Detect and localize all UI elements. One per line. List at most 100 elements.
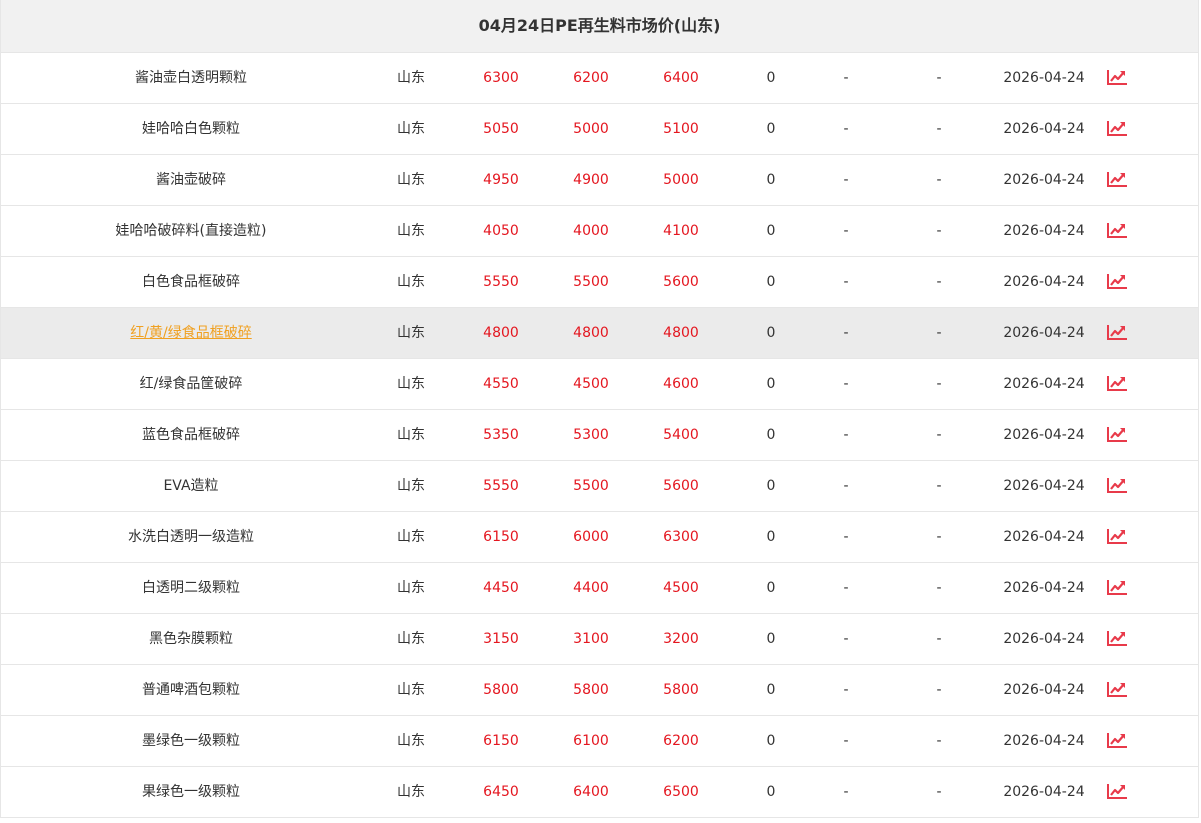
change-cell: 0 xyxy=(766,580,776,596)
trend-cell[interactable] xyxy=(1101,155,1133,205)
trend-cell[interactable] xyxy=(1101,461,1133,511)
trend-chart-icon[interactable] xyxy=(1106,782,1128,800)
low-price-cell: 5000 xyxy=(573,121,609,137)
dash-cell-2: - xyxy=(936,580,942,596)
change-cell: 0 xyxy=(766,376,776,392)
date-cell: 2026-04-24 xyxy=(1003,682,1085,698)
trend-chart-icon[interactable] xyxy=(1106,68,1128,86)
low-price-cell: 6200 xyxy=(573,70,609,86)
dash-cell-1: - xyxy=(843,784,849,800)
trend-cell[interactable] xyxy=(1101,716,1133,766)
trend-cell[interactable] xyxy=(1101,257,1133,307)
table-row: 红/黄/绿食品框破碎 山东 4800 4800 4800 0 - - 2026-… xyxy=(1,308,1198,359)
low-price-cell: 4000 xyxy=(573,223,609,239)
low-price-cell: 4900 xyxy=(573,172,609,188)
region-cell: 山东 xyxy=(397,427,425,443)
change-cell: 0 xyxy=(766,121,776,137)
table-row: 酱油壶破碎 山东 4950 4900 5000 0 - - 2026-04-24 xyxy=(1,155,1198,206)
date-cell: 2026-04-24 xyxy=(1003,784,1085,800)
high-price-cell: 5600 xyxy=(663,478,699,494)
product-name-cell: 普通啤酒包颗粒 xyxy=(1,665,381,715)
product-name[interactable]: 红/黄/绿食品框破碎 xyxy=(130,325,251,341)
product-name[interactable]: 娃哈哈破碎料(直接造粒) xyxy=(116,223,267,239)
region-cell: 山东 xyxy=(397,733,425,749)
price-cell: 5550 xyxy=(483,274,519,290)
trend-chart-icon[interactable] xyxy=(1106,221,1128,239)
product-name[interactable]: 酱油壶白透明颗粒 xyxy=(135,70,247,86)
trend-cell[interactable] xyxy=(1101,665,1133,715)
trend-chart-icon[interactable] xyxy=(1106,476,1128,494)
product-name-cell: 娃哈哈白色颗粒 xyxy=(1,104,381,154)
dash-cell-2: - xyxy=(936,325,942,341)
price-cell: 6300 xyxy=(483,70,519,86)
product-name[interactable]: 普通啤酒包颗粒 xyxy=(142,682,240,698)
dash-cell-2: - xyxy=(936,733,942,749)
trend-chart-icon[interactable] xyxy=(1106,323,1128,341)
dash-cell-1: - xyxy=(843,733,849,749)
region-cell: 山东 xyxy=(397,121,425,137)
table-row: EVA造粒 山东 5550 5500 5600 0 - - 2026-04-24 xyxy=(1,461,1198,512)
product-name[interactable]: EVA造粒 xyxy=(163,478,218,494)
dash-cell-2: - xyxy=(936,529,942,545)
trend-chart-icon[interactable] xyxy=(1106,578,1128,596)
trend-cell[interactable] xyxy=(1101,359,1133,409)
trend-chart-icon[interactable] xyxy=(1106,527,1128,545)
trend-cell[interactable] xyxy=(1101,410,1133,460)
high-price-cell: 6200 xyxy=(663,733,699,749)
trend-chart-icon[interactable] xyxy=(1106,170,1128,188)
change-cell: 0 xyxy=(766,784,776,800)
change-cell: 0 xyxy=(766,274,776,290)
product-name[interactable]: 果绿色一级颗粒 xyxy=(142,784,240,800)
product-name[interactable]: 红/绿食品筐破碎 xyxy=(140,376,243,392)
date-cell: 2026-04-24 xyxy=(1003,70,1085,86)
price-cell: 4050 xyxy=(483,223,519,239)
product-name-cell: 黑色杂膜颗粒 xyxy=(1,614,381,664)
trend-chart-icon[interactable] xyxy=(1106,119,1128,137)
low-price-cell: 5500 xyxy=(573,274,609,290)
trend-chart-icon[interactable] xyxy=(1106,374,1128,392)
low-price-cell: 4400 xyxy=(573,580,609,596)
high-price-cell: 4100 xyxy=(663,223,699,239)
high-price-cell: 6300 xyxy=(663,529,699,545)
product-name-cell: 酱油壶白透明颗粒 xyxy=(1,53,381,103)
trend-cell[interactable] xyxy=(1101,767,1133,817)
product-name[interactable]: 墨绿色一级颗粒 xyxy=(142,733,240,749)
product-name[interactable]: 水洗白透明一级造粒 xyxy=(128,529,254,545)
table-row: 白透明二级颗粒 山东 4450 4400 4500 0 - - 2026-04-… xyxy=(1,563,1198,614)
trend-chart-icon[interactable] xyxy=(1106,272,1128,290)
region-cell: 山东 xyxy=(397,631,425,647)
product-name[interactable]: 白透明二级颗粒 xyxy=(142,580,240,596)
product-name-cell: 红/黄/绿食品框破碎 xyxy=(1,308,381,358)
trend-cell[interactable] xyxy=(1101,206,1133,256)
dash-cell-1: - xyxy=(843,274,849,290)
dash-cell-1: - xyxy=(843,223,849,239)
price-cell: 5350 xyxy=(483,427,519,443)
dash-cell-1: - xyxy=(843,631,849,647)
trend-chart-icon[interactable] xyxy=(1106,680,1128,698)
table-row: 娃哈哈白色颗粒 山东 5050 5000 5100 0 - - 2026-04-… xyxy=(1,104,1198,155)
region-cell: 山东 xyxy=(397,376,425,392)
product-name-cell: 白透明二级颗粒 xyxy=(1,563,381,613)
trend-cell[interactable] xyxy=(1101,614,1133,664)
trend-chart-icon[interactable] xyxy=(1106,731,1128,749)
product-name[interactable]: 黑色杂膜颗粒 xyxy=(149,631,233,647)
product-name[interactable]: 娃哈哈白色颗粒 xyxy=(142,121,240,137)
table-body: 酱油壶白透明颗粒 山东 6300 6200 6400 0 - - 2026-04… xyxy=(1,53,1198,818)
trend-cell[interactable] xyxy=(1101,308,1133,358)
high-price-cell: 4500 xyxy=(663,580,699,596)
trend-cell[interactable] xyxy=(1101,563,1133,613)
low-price-cell: 5800 xyxy=(573,682,609,698)
price-cell: 4950 xyxy=(483,172,519,188)
dash-cell-2: - xyxy=(936,427,942,443)
dash-cell-1: - xyxy=(843,70,849,86)
trend-cell[interactable] xyxy=(1101,53,1133,103)
product-name[interactable]: 酱油壶破碎 xyxy=(156,172,226,188)
dash-cell-2: - xyxy=(936,121,942,137)
product-name[interactable]: 白色食品框破碎 xyxy=(142,274,240,290)
high-price-cell: 3200 xyxy=(663,631,699,647)
trend-cell[interactable] xyxy=(1101,512,1133,562)
trend-chart-icon[interactable] xyxy=(1106,425,1128,443)
trend-cell[interactable] xyxy=(1101,104,1133,154)
product-name[interactable]: 蓝色食品框破碎 xyxy=(142,427,240,443)
trend-chart-icon[interactable] xyxy=(1106,629,1128,647)
